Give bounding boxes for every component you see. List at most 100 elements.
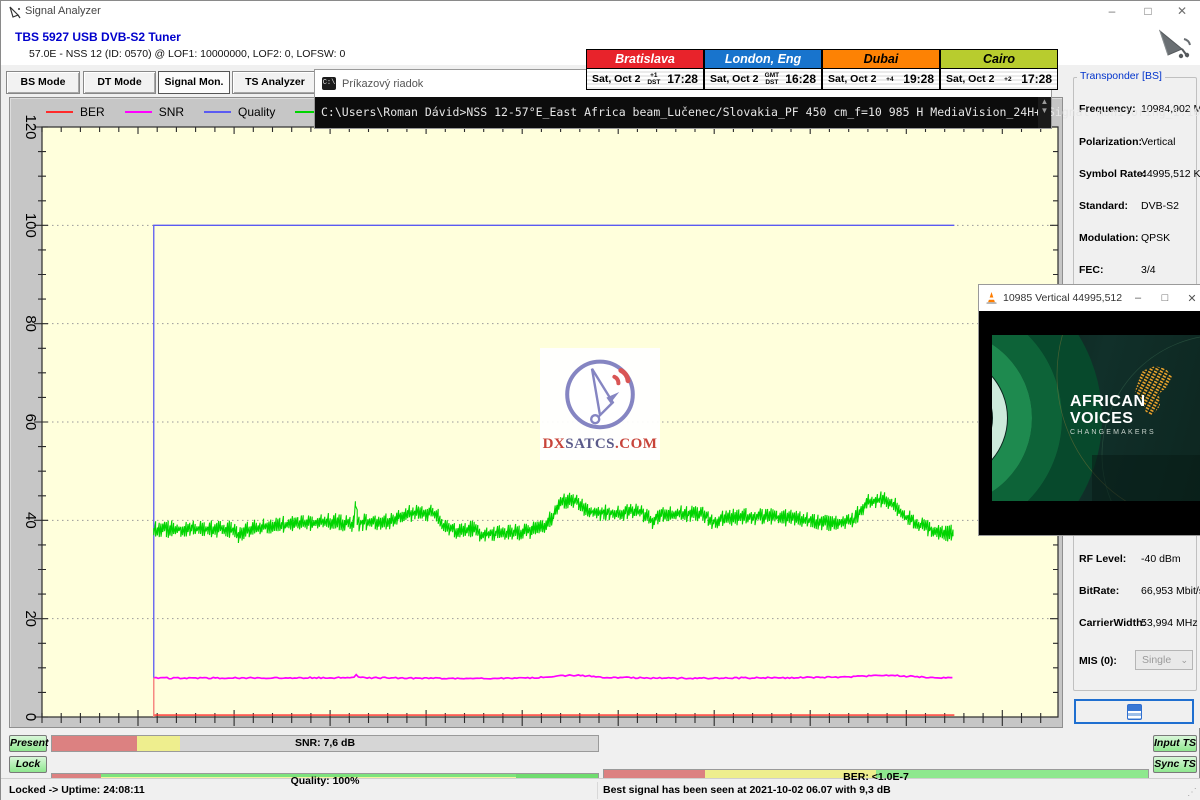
- video-close-icon[interactable]: ✕: [1181, 292, 1200, 305]
- clock-offset: +1: [650, 72, 657, 79]
- scroll-up-icon[interactable]: ▲: [1038, 97, 1051, 106]
- legend-item-ber: BER: [46, 105, 105, 119]
- clock-cairo: Cairo Sat, Oct 2 +2 17:28: [940, 49, 1058, 90]
- sync-ts-button[interactable]: Sync TS: [1153, 756, 1197, 773]
- video-content: AFRICAN VOICES CHANGEMAKERS: [979, 311, 1200, 535]
- video-minimize-icon[interactable]: –: [1127, 292, 1149, 304]
- clock-dst: DST: [647, 79, 660, 86]
- clock-date: Sat, Oct 2: [592, 73, 640, 85]
- legend-label: SNR: [159, 105, 184, 119]
- lock-button[interactable]: Lock: [9, 756, 47, 773]
- caption-african: AFRICAN: [1070, 393, 1156, 410]
- clock-date: Sat, Oct 2: [710, 73, 758, 85]
- clock-bratislava: Bratislava Sat, Oct 2 +1DST 17:28: [586, 49, 704, 90]
- field-rf-level: RF Level:-40 dBm: [1079, 553, 1197, 565]
- clock-time: 19:28: [903, 72, 934, 86]
- clock-city: London, Eng: [704, 49, 822, 69]
- transponder-title: Transponder [BS]: [1077, 70, 1165, 82]
- satellite-dish-icon: [1154, 27, 1196, 61]
- vlc-cone-icon: [985, 291, 998, 305]
- tuner-name: TBS 5927 USB DVB-S2 Tuner: [15, 30, 181, 44]
- snr-line-swatch: [125, 111, 152, 113]
- clock-london: London, Eng Sat, Oct 2 GMTDST 16:28: [704, 49, 822, 90]
- clock-time: 17:28: [667, 72, 698, 86]
- video-title-bar[interactable]: 10985 Vertical 44995,512 / RF: -4... – □…: [979, 285, 1200, 311]
- dish-logo-icon: [560, 356, 640, 436]
- clock-time: 16:28: [785, 72, 816, 86]
- field-symbol-rate: Symbol Rate:44995,512 KS/s: [1079, 168, 1197, 180]
- input-ts-button[interactable]: Input TS: [1153, 735, 1197, 752]
- clock-dst: DST: [765, 79, 778, 86]
- present-button[interactable]: Present: [9, 735, 47, 752]
- signal-chart-panel: 0 20 40 60 80 100 120 BER SNR Quality Level: [9, 97, 1063, 728]
- field-polarization: Polarization:Vertical: [1079, 136, 1197, 148]
- clock-time: 17:28: [1021, 72, 1052, 86]
- svg-text:100: 100: [22, 213, 39, 238]
- clock-dubai: Dubai Sat, Oct 2 +4 19:28: [822, 49, 940, 90]
- svg-text:0: 0: [22, 713, 39, 721]
- clock-offset: +4: [886, 76, 893, 83]
- svg-text:60: 60: [22, 414, 39, 431]
- legend-item-quality: Quality: [204, 105, 275, 119]
- resize-grip[interactable]: ⋰: [1187, 787, 1198, 798]
- ber-line-swatch: [46, 111, 73, 113]
- clock-date: Sat, Oct 2: [946, 73, 994, 85]
- playlist-icon: [1127, 704, 1142, 720]
- legend-label: Quality: [238, 105, 275, 119]
- chart-legend: BER SNR Quality Level: [46, 103, 358, 121]
- signal-mon-tab[interactable]: Signal Mon.: [158, 71, 230, 94]
- video-frame: AFRICAN VOICES CHANGEMAKERS: [992, 335, 1200, 501]
- clock-city: Bratislava: [586, 49, 704, 69]
- field-carrier-width: CarrierWidth:53,994 MHz: [1079, 617, 1197, 629]
- svg-text:120: 120: [22, 114, 39, 139]
- terminal-scrollbar[interactable]: ▲ ▼: [1038, 97, 1051, 128]
- dropdown-chevron-icon: ⌄: [1180, 651, 1188, 669]
- svg-text:20: 20: [22, 610, 39, 627]
- video-caption: AFRICAN VOICES CHANGEMAKERS: [1070, 393, 1156, 436]
- terminal-title: Príkazový riadok: [342, 78, 423, 90]
- caption-voices: VOICES: [1070, 410, 1156, 427]
- minimize-icon[interactable]: –: [1095, 1, 1129, 23]
- window-title: Signal Analyzer: [25, 5, 101, 17]
- clock-offset: +2: [1004, 76, 1011, 83]
- ts-analyzer-button[interactable]: TS Analyzer (OK): [232, 71, 318, 94]
- dxsatcs-text: DXSATCS.COM: [543, 436, 658, 453]
- mis-label: MIS (0):: [1079, 655, 1117, 667]
- video-window-title: 10985 Vertical 44995,512 / RF: -4...: [1003, 292, 1122, 304]
- maximize-icon[interactable]: □: [1131, 1, 1165, 23]
- dxsatcs-watermark: DXSATCS.COM: [540, 348, 660, 460]
- vlc-video-window[interactable]: 10985 Vertical 44995,512 / RF: -4... – □…: [978, 284, 1200, 536]
- signal-analyzer-window: Signal Analyzer – □ ✕ TBS 5927 USB DVB-S…: [0, 0, 1200, 800]
- playlist-button[interactable]: [1074, 699, 1194, 724]
- legend-label: BER: [80, 105, 105, 119]
- tuner-info: 57.0E - NSS 12 (ID: 0570) @ LOF1: 100000…: [29, 48, 345, 60]
- snr-bar: SNR: 7,6 dB: [51, 735, 599, 752]
- bs-mode-button[interactable]: BS Mode: [6, 71, 80, 94]
- field-fec: FEC:3/4: [1079, 264, 1197, 276]
- mis-value: Single: [1142, 654, 1171, 666]
- clock-city: Dubai: [822, 49, 940, 69]
- svg-text:40: 40: [22, 512, 39, 529]
- title-bar: Signal Analyzer – □ ✕: [1, 1, 1200, 23]
- quality-line-swatch: [204, 111, 231, 113]
- terminal-command-line: C:\Users\Roman Dávid>NSS 12-57°E_East Af…: [321, 105, 1200, 119]
- field-bitrate: BitRate:66,953 Mbit/s: [1079, 585, 1197, 597]
- field-modulation: Modulation:QPSK: [1079, 232, 1197, 244]
- signal-chart: 0 20 40 60 80 100 120: [10, 98, 1064, 729]
- legend-item-snr: SNR: [125, 105, 184, 119]
- close-icon[interactable]: ✕: [1165, 1, 1199, 23]
- svg-text:80: 80: [22, 315, 39, 332]
- cmd-icon: C:\: [322, 77, 336, 90]
- clock-city: Cairo: [940, 49, 1058, 69]
- mis-dropdown[interactable]: Single ⌄: [1135, 650, 1193, 670]
- clock-offset: GMT: [765, 72, 779, 79]
- clock-date: Sat, Oct 2: [828, 73, 876, 85]
- app-dish-icon: [8, 5, 22, 19]
- best-signal-status: Best signal has been seen at 2021-10-02 …: [603, 784, 891, 796]
- video-maximize-icon[interactable]: □: [1154, 292, 1176, 304]
- terminal-body: C:\Users\Roman Dávid>NSS 12-57°E_East Af…: [315, 97, 1051, 128]
- caption-changemakers: CHANGEMAKERS: [1070, 429, 1156, 436]
- field-standard: Standard:DVB-S2: [1079, 200, 1197, 212]
- scroll-down-icon[interactable]: ▼: [1038, 106, 1051, 115]
- dt-mode-button[interactable]: DT Mode: [83, 71, 156, 94]
